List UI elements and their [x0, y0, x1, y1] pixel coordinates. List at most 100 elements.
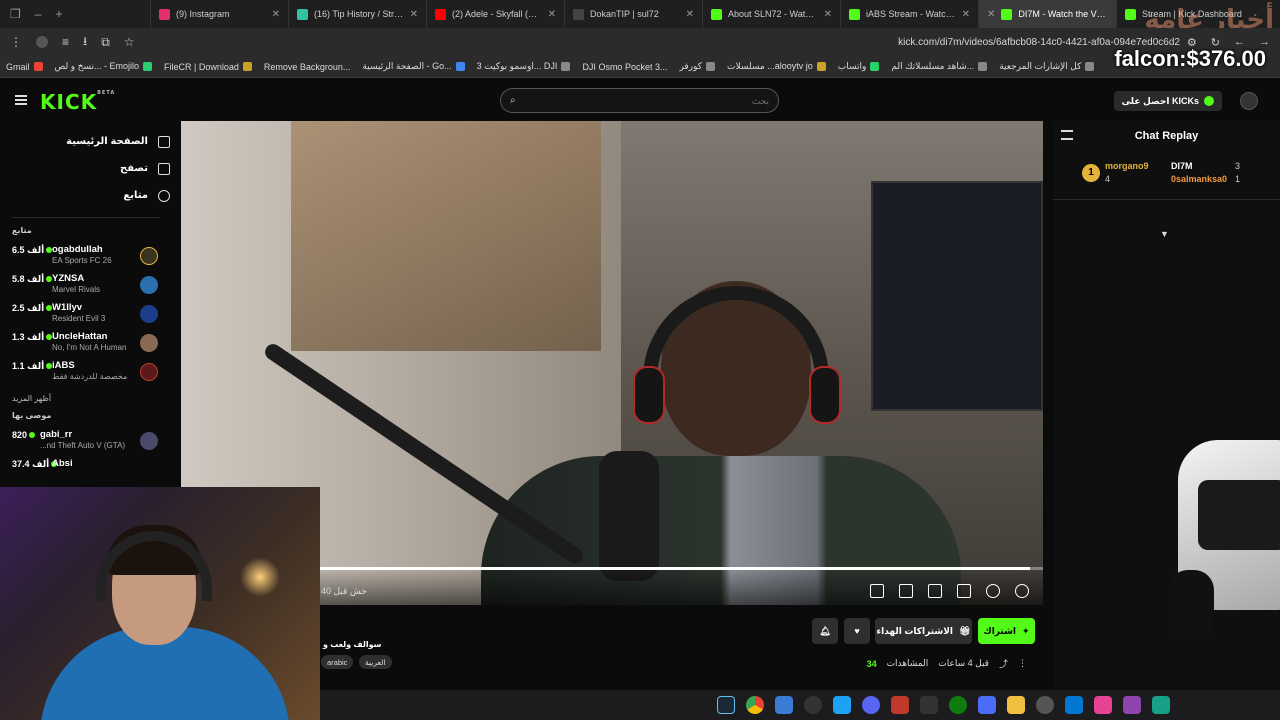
subscribe-button[interactable]: اشتراك ✦	[978, 618, 1035, 644]
minimize-icon[interactable]: –	[35, 7, 42, 21]
playback-speed-icon[interactable]	[986, 584, 1000, 598]
close-icon[interactable]: ✕	[410, 9, 418, 20]
clip-icon[interactable]	[899, 584, 913, 598]
user-avatar[interactable]	[1240, 92, 1258, 110]
search-input[interactable]	[523, 95, 769, 106]
microphone-image	[599, 451, 659, 581]
sidebar-item-browse[interactable]: تصفح	[0, 155, 170, 182]
chrome-icon[interactable]	[746, 696, 764, 714]
new-tab-button[interactable]: +	[55, 7, 62, 21]
mini-player-icon[interactable]	[870, 584, 884, 598]
bookmark-all[interactable]: كل الإشارات المرجعية	[993, 61, 1100, 72]
tag-arabic-native[interactable]: العربية	[359, 655, 392, 669]
screen: ❐ – + (9) Instagram ✕ (16) Tip History / …	[0, 0, 1280, 720]
close-icon[interactable]: ✕	[272, 9, 280, 20]
theater-mode-icon[interactable]	[928, 584, 942, 598]
stream-title: سوالف ولعب و	[323, 640, 382, 649]
fullscreen-icon[interactable]	[957, 584, 971, 598]
app-icon[interactable]	[920, 696, 938, 714]
bookmark-item[interactable]: شاهد مسلسلاتك الم...	[885, 61, 993, 72]
recommended-channel[interactable]: 820 gabi_rr ...nd Theft Auto V (GTA)	[0, 427, 170, 456]
file-explorer-icon[interactable]	[1007, 696, 1025, 714]
bookmark-item[interactable]: Gmail	[0, 62, 49, 72]
toolbar-left-icons: ⋮ ≡ ⭳ ⧉ ☆	[0, 32, 135, 53]
discord-icon[interactable]	[862, 696, 880, 714]
bookmark-item[interactable]: نسخ و لص... - Emojilo	[49, 61, 158, 72]
bookmark-item[interactable]: مسلسلات ...alooytv jo	[721, 61, 832, 72]
app-icon[interactable]	[1094, 696, 1112, 714]
get-kicks-button[interactable]: احصل على KICKs	[1113, 91, 1222, 111]
bookmark-item[interactable]: الصفحة الرئيسية - Go...	[356, 61, 470, 72]
close-icon[interactable]: ✕	[962, 9, 970, 20]
bookmark-icon	[816, 62, 826, 71]
profile-icon[interactable]	[36, 36, 48, 48]
bookmark-item[interactable]: واتساب	[832, 61, 886, 72]
app-icon[interactable]	[891, 696, 909, 714]
hamburger-menu-icon[interactable]	[15, 95, 27, 105]
sidebar-item-following[interactable]: متابع	[0, 182, 170, 209]
leaderboard-name[interactable]: 0salmanksa0	[1171, 174, 1227, 184]
follow-button[interactable]: ♥	[844, 618, 870, 644]
avatar	[140, 363, 158, 381]
app-icon[interactable]	[1152, 696, 1170, 714]
xbox-icon[interactable]	[949, 696, 967, 714]
close-icon[interactable]: ✕	[987, 9, 995, 20]
show-more-link[interactable]: أظهر المزيد	[0, 387, 170, 411]
close-icon[interactable]: ✕	[686, 9, 694, 20]
gift-subs-button[interactable]: الاشتراكات الهداء 🎁︎	[875, 618, 972, 644]
tab-streamlabs[interactable]: (16) Tip History / Streaml ✕	[288, 0, 426, 28]
app-icon[interactable]	[1123, 696, 1141, 714]
home-icon	[158, 135, 170, 148]
leaderboard-count: 1	[1235, 174, 1241, 184]
notifications-button[interactable]: 🔔︎	[812, 618, 838, 644]
download-icon[interactable]: ⭳	[83, 32, 87, 53]
leaderboard-name[interactable]: morgano9	[1105, 161, 1149, 171]
kick-logo[interactable]: KICKBETA	[40, 90, 115, 114]
app-icon[interactable]	[978, 696, 996, 714]
leaderboard-count: 3	[1235, 161, 1241, 171]
store-icon[interactable]	[775, 696, 793, 714]
leaderboard-name[interactable]: DI7M	[1171, 161, 1193, 171]
time-ago: قبل 4 ساعات	[938, 658, 989, 668]
followed-channel[interactable]: 6.5 ألف ogabdullah EA Sports FC 26	[0, 242, 170, 271]
app-icon[interactable]	[833, 696, 851, 714]
bookmark-icon	[706, 62, 716, 71]
kick-icon	[1001, 8, 1013, 20]
recommended-channel[interactable]: 37.4 ألف Absi	[0, 456, 170, 485]
search-box[interactable]: ⌕	[500, 88, 779, 113]
avatar	[140, 305, 158, 323]
steam-icon[interactable]	[717, 696, 735, 714]
tab-di7m-active[interactable]: ✕ DI7M - Watch the VOD	[978, 0, 1116, 28]
bookmark-item[interactable]: اوسمو بوكيت 3... DJI	[471, 61, 577, 72]
extensions-icon[interactable]: ⧉	[101, 35, 110, 50]
tab-iabs[interactable]: iABS Stream - Watch Live✕	[840, 0, 978, 28]
tab-dokantip[interactable]: DokanTIP | sul72 ✕	[564, 0, 702, 28]
bookmark-item[interactable]: DJI Osmo Pocket 3...	[576, 62, 673, 72]
settings-gear-icon[interactable]	[1015, 584, 1029, 598]
outlook-icon[interactable]	[1065, 696, 1083, 714]
restore-icon[interactable]: ❐	[10, 7, 21, 21]
menu-dots-icon[interactable]: ⋮	[10, 35, 22, 49]
settings-icon[interactable]	[1036, 696, 1054, 714]
expand-leaderboard-icon[interactable]: ▼	[1160, 229, 1169, 239]
divider	[12, 217, 160, 218]
bookmark-item[interactable]: كورفر	[673, 61, 721, 72]
tag-arabic[interactable]: arabic	[321, 655, 354, 669]
followed-channel[interactable]: 2.5 ألف W1llyv Resident Evil 3	[0, 300, 170, 329]
sidebar-item-home[interactable]: الصفحة الرئيسية	[0, 128, 170, 155]
followed-channel[interactable]: 5.8 ألف YZNSA Marvel Rivals	[0, 271, 170, 300]
playlist-icon[interactable]: ≡	[62, 35, 69, 49]
close-icon[interactable]: ✕	[824, 9, 832, 20]
bookmark-item[interactable]: FileCR | Download	[158, 62, 258, 72]
followed-channel[interactable]: 1.3 ألف UncleHattan No, I'm Not A Human	[0, 329, 170, 358]
more-options-icon[interactable]: ⋮	[1018, 658, 1027, 669]
tab-instagram[interactable]: (9) Instagram ✕	[150, 0, 288, 28]
tab-youtube[interactable]: (2) Adele - Skyfall (Officia✕	[426, 0, 564, 28]
followed-channel[interactable]: 1.1 ألف iABS مخصصة للدردشة فقط	[0, 358, 170, 387]
bookmark-item[interactable]: Remove Backgroun...	[258, 62, 357, 72]
share-icon[interactable]: ⤴	[999, 657, 1008, 670]
obs-icon[interactable]	[804, 696, 822, 714]
tab-sln72[interactable]: About SLN72 - Watch Liv✕	[702, 0, 840, 28]
star-icon[interactable]: ☆	[124, 35, 135, 49]
close-icon[interactable]: ✕	[548, 9, 556, 20]
